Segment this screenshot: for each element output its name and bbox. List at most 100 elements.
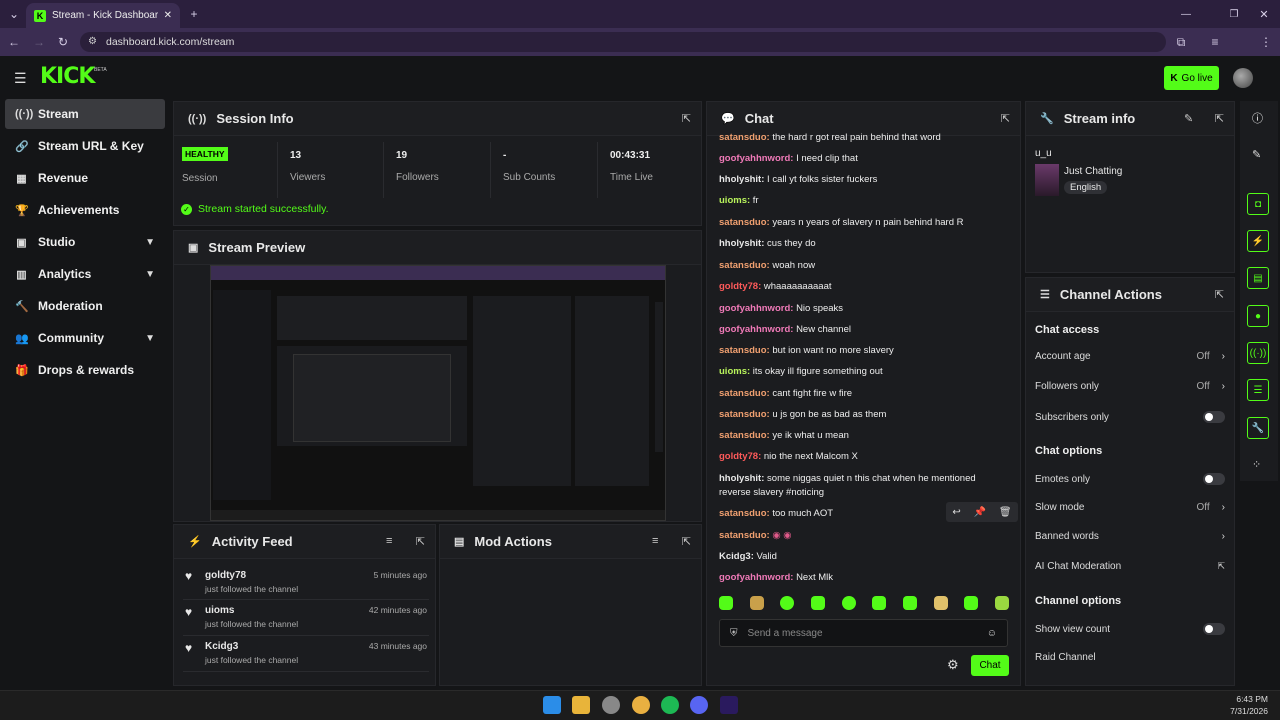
emote-icon[interactable]	[810, 596, 825, 610]
chat-username[interactable]: satansduo	[719, 409, 767, 420]
emote-icon[interactable]	[719, 596, 733, 610]
chat-username[interactable]: satansduo	[719, 217, 767, 228]
popout-icon[interactable]: ⇱	[416, 535, 425, 548]
chat-username[interactable]: satansduo	[719, 508, 767, 519]
rail-stream-info-icon[interactable]: ◘	[1247, 193, 1269, 215]
discord-icon[interactable]	[690, 696, 708, 714]
kick-logo[interactable]: KICK	[40, 64, 95, 89]
url-field[interactable]: ⚙ dashboard.kick.com/stream	[80, 32, 1166, 52]
drag-dots-icon[interactable]: ⁘	[1252, 458, 1261, 471]
popout-icon[interactable]: ⇱	[1215, 112, 1224, 125]
file-explorer-icon[interactable]	[572, 696, 590, 714]
back-icon[interactable]: ←	[6, 34, 22, 50]
trash-icon[interactable]: 🗑	[999, 507, 1012, 518]
chat-username[interactable]: hholyshit	[719, 174, 761, 185]
chat-username[interactable]: satansduo	[719, 345, 767, 356]
pin-icon[interactable]: 📌	[974, 507, 986, 518]
chat-username[interactable]: goofyahhnword	[719, 303, 790, 314]
reply-icon[interactable]: ↩	[952, 507, 960, 518]
hamburger-menu-icon[interactable]: ☰	[14, 70, 27, 87]
edit-pencil-icon[interactable]: ✎	[1184, 112, 1193, 125]
chat-username[interactable]: goldty78	[719, 281, 758, 292]
reload-icon[interactable]: ↻	[55, 34, 71, 50]
rail-wrench-icon[interactable]: 🔧	[1247, 417, 1269, 439]
show-view-count-toggle[interactable]	[1203, 623, 1225, 635]
extensions-icon[interactable]: ⧉	[1173, 34, 1189, 50]
emote-icon[interactable]	[994, 596, 1009, 610]
stream-preview-video[interactable]	[210, 265, 666, 521]
windows-start-icon[interactable]	[543, 696, 561, 714]
browser-tab[interactable]: K Stream - Kick Dashboard ✕	[26, 3, 180, 28]
emote-icon[interactable]	[749, 596, 764, 610]
popout-icon[interactable]: ⇱	[1001, 112, 1010, 125]
rail-broadcast-icon[interactable]: ((·))	[1247, 342, 1269, 364]
sidebar-item-moderation[interactable]: 🔨 Moderation	[5, 291, 165, 321]
premiere-icon[interactable]	[720, 696, 738, 714]
media-icon[interactable]: ≡	[1207, 34, 1223, 50]
account-age-row[interactable]: Account age Off ›	[1035, 351, 1225, 362]
chat-username[interactable]: goofyahhnword	[719, 324, 790, 335]
emote-icon[interactable]	[841, 596, 856, 610]
banned-words-row[interactable]: Banned words ›	[1035, 531, 1225, 542]
go-live-button[interactable]: K Go live	[1164, 66, 1219, 90]
followers-only-row[interactable]: Followers only Off ›	[1035, 381, 1225, 392]
emote-icon[interactable]	[872, 596, 887, 610]
popout-icon[interactable]: ⇱	[682, 535, 691, 548]
emote-icon[interactable]	[964, 596, 979, 610]
close-window-icon[interactable]: ✕	[1256, 6, 1272, 22]
chat-username[interactable]: satansduo	[719, 530, 767, 541]
filter-icon[interactable]: ≡	[386, 535, 392, 547]
emote-icon[interactable]	[780, 596, 795, 610]
emoji-icon[interactable]: ☺	[987, 628, 997, 639]
emote-icon[interactable]	[933, 596, 948, 610]
chat-username[interactable]: satansduo	[719, 430, 767, 441]
chat-input[interactable]: ⛨ Send a message ☺	[719, 619, 1008, 647]
chat-username[interactable]: hholyshit	[719, 473, 761, 484]
chat-username[interactable]: Kcidg3	[719, 551, 751, 562]
chat-username[interactable]: uioms	[719, 366, 747, 377]
subscribers-only-toggle[interactable]	[1203, 411, 1225, 423]
site-info-icon[interactable]: ⚙	[88, 36, 97, 47]
maximize-icon[interactable]: ❐	[1226, 6, 1242, 22]
user-avatar[interactable]	[1233, 68, 1253, 88]
forward-icon[interactable]: →	[31, 34, 47, 50]
sidebar-item-stream[interactable]: ((·)) Stream	[5, 99, 165, 129]
slow-mode-row[interactable]: Slow mode Off ›	[1035, 502, 1225, 513]
chat-username[interactable]: satansduo	[719, 388, 767, 399]
ai-moderation-row[interactable]: AI Chat Moderation ⇱	[1035, 561, 1225, 572]
spotify-icon[interactable]	[661, 696, 679, 714]
sidebar-item-studio[interactable]: ▣ Studio ▼	[5, 227, 165, 257]
sidebar-item-achievements[interactable]: 🏆 Achievements	[5, 195, 165, 225]
filter-icon[interactable]: ≡	[652, 535, 658, 547]
rail-document-icon[interactable]: ▤	[1247, 267, 1269, 289]
popout-icon[interactable]: ⇱	[1215, 288, 1224, 301]
raid-channel-row[interactable]: Raid Channel	[1035, 652, 1225, 663]
chat-username[interactable]: goldty78	[719, 451, 758, 462]
sidebar-item-revenue[interactable]: ▦ Revenue	[5, 163, 165, 193]
menu-dots-icon[interactable]: ⋮	[1258, 34, 1274, 50]
minimize-icon[interactable]: —	[1178, 6, 1194, 22]
rail-lightning-icon[interactable]: ⚡	[1247, 230, 1269, 252]
rail-chat-icon[interactable]: ●	[1247, 305, 1269, 327]
edit-pencil-icon[interactable]: ✎	[1252, 148, 1261, 161]
emote-icon[interactable]	[902, 596, 917, 610]
rail-sliders-icon[interactable]: ☰	[1247, 379, 1269, 401]
sidebar-item-stream-url-key[interactable]: 🔗 Stream URL & Key	[5, 131, 165, 161]
sidebar-item-community[interactable]: 👥 Community ▼	[5, 323, 165, 353]
send-chat-button[interactable]: Chat	[971, 655, 1009, 676]
chat-username[interactable]: satansduo	[719, 132, 767, 143]
chat-username[interactable]: goofyahhnword	[719, 153, 790, 164]
sidebar-item-analytics[interactable]: ▥ Analytics ▼	[5, 259, 165, 289]
chat-username[interactable]: satansduo	[719, 260, 767, 271]
popout-icon[interactable]: ⇱	[682, 112, 691, 125]
close-tab-icon[interactable]: ✕	[164, 10, 172, 21]
chat-username[interactable]: goofyahhnword	[719, 572, 790, 583]
tab-search-icon[interactable]: ⌄	[6, 6, 22, 22]
chat-settings-gear-icon[interactable]: ⚙	[947, 657, 959, 673]
emotes-only-toggle[interactable]	[1203, 473, 1225, 485]
obs-icon[interactable]	[602, 696, 620, 714]
new-tab-icon[interactable]: +	[186, 6, 202, 22]
info-icon[interactable]: ⓘ	[1252, 110, 1263, 126]
chrome-icon[interactable]	[632, 696, 650, 714]
sidebar-item-drops-rewards[interactable]: 🎁 Drops & rewards	[5, 355, 165, 385]
